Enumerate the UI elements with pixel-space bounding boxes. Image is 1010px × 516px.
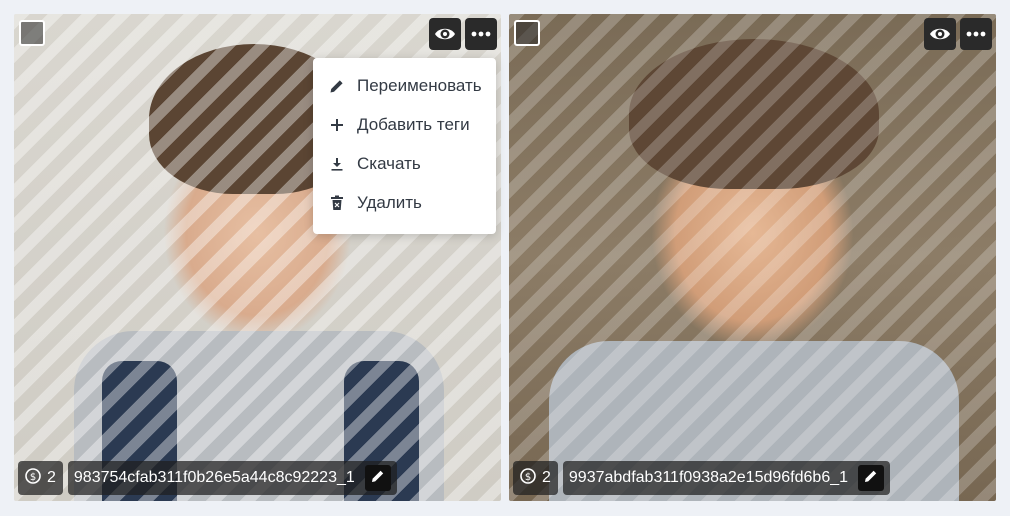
menu-item-rename[interactable]: Переименовать bbox=[313, 66, 496, 105]
credits-count: 2 bbox=[542, 469, 551, 486]
svg-text:$: $ bbox=[525, 472, 531, 483]
image-gallery: $ 2 983754cfab311f0b26e5a44c8c92223_1 $ … bbox=[0, 0, 1010, 516]
menu-item-delete[interactable]: Удалить bbox=[313, 183, 496, 222]
pencil-icon bbox=[370, 468, 386, 489]
pencil-icon bbox=[329, 78, 345, 94]
select-checkbox[interactable] bbox=[514, 20, 540, 46]
more-options-button[interactable] bbox=[465, 18, 497, 50]
more-dots-icon bbox=[471, 31, 491, 37]
image-name-field: 9937abdfab311f0938a2e15d96fd6b6_1 bbox=[562, 461, 891, 495]
coin-icon: $ bbox=[520, 467, 536, 489]
plus-icon bbox=[329, 117, 345, 133]
menu-item-label: Переименовать bbox=[357, 75, 482, 95]
preview-button[interactable] bbox=[924, 18, 956, 50]
menu-item-label: Добавить теги bbox=[357, 114, 470, 134]
menu-item-label: Скачать bbox=[357, 153, 421, 173]
image-name-field: 983754cfab311f0b26e5a44c8c92223_1 bbox=[67, 461, 397, 495]
card-footer: $ 2 983754cfab311f0b26e5a44c8c92223_1 bbox=[18, 461, 397, 495]
menu-item-add-tags[interactable]: Добавить теги bbox=[313, 105, 496, 144]
rename-button[interactable] bbox=[858, 465, 885, 491]
image-card[interactable]: $ 2 9937abdfab311f0938a2e15d96fd6b6_1 bbox=[509, 14, 996, 501]
select-checkbox[interactable] bbox=[19, 20, 45, 46]
pencil-icon bbox=[863, 468, 879, 489]
credits-badge: $ 2 bbox=[18, 461, 63, 495]
eye-icon bbox=[434, 23, 456, 45]
menu-item-label: Удалить bbox=[357, 192, 422, 212]
card-footer: $ 2 9937abdfab311f0938a2e15d96fd6b6_1 bbox=[513, 461, 891, 495]
rename-button[interactable] bbox=[364, 465, 391, 491]
card-actions bbox=[924, 18, 992, 50]
image-name: 9937abdfab311f0938a2e15d96fd6b6_1 bbox=[568, 469, 849, 486]
coin-icon: $ bbox=[25, 467, 41, 489]
more-options-button[interactable] bbox=[960, 18, 992, 50]
menu-item-download[interactable]: Скачать bbox=[313, 144, 496, 183]
watermark-overlay bbox=[509, 14, 996, 501]
card-actions bbox=[429, 18, 497, 50]
download-icon bbox=[329, 156, 345, 172]
credits-badge: $ 2 bbox=[513, 461, 558, 495]
context-menu: Переименовать Добавить теги Скачать Удал… bbox=[313, 58, 496, 234]
credits-count: 2 bbox=[47, 469, 56, 486]
image-name: 983754cfab311f0b26e5a44c8c92223_1 bbox=[73, 469, 355, 486]
more-dots-icon bbox=[966, 31, 986, 37]
preview-button[interactable] bbox=[429, 18, 461, 50]
svg-text:$: $ bbox=[30, 472, 36, 483]
trash-icon bbox=[329, 195, 345, 211]
eye-icon bbox=[929, 23, 951, 45]
